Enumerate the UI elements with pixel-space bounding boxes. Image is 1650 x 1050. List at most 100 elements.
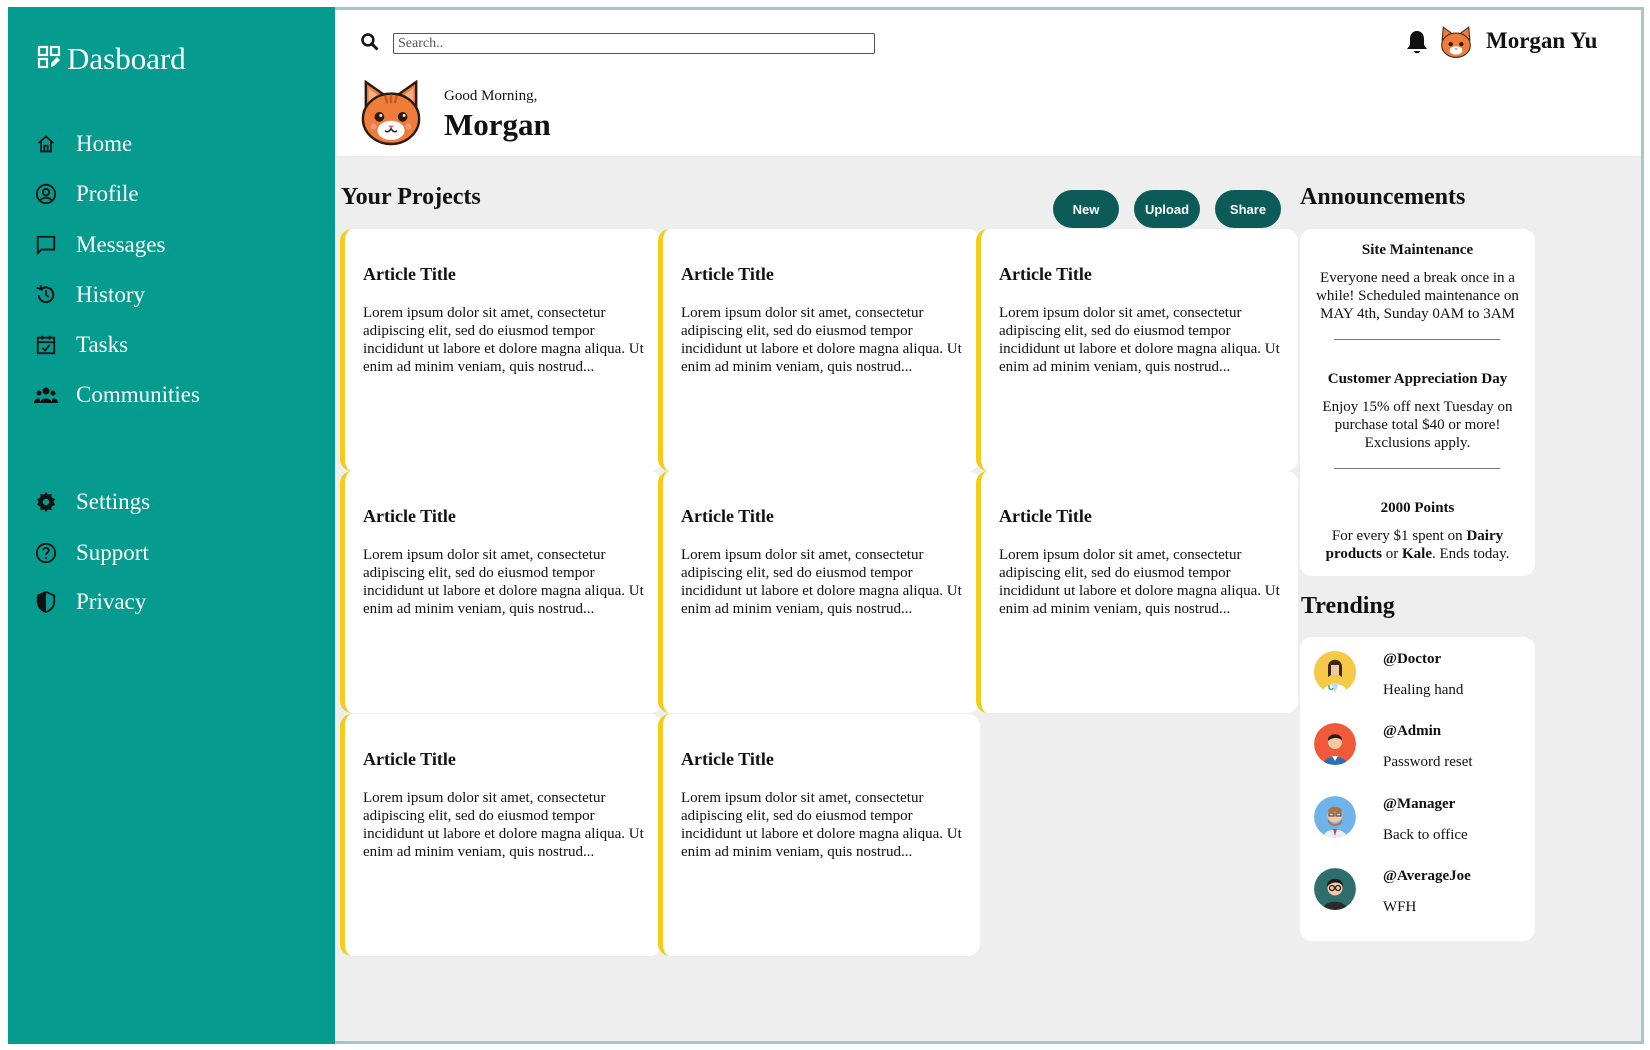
divider [1334, 468, 1500, 469]
cat-avatar-icon[interactable] [1439, 25, 1473, 59]
project-card[interactable]: Article Title Lorem ipsum dolor sit amet… [340, 471, 662, 713]
new-button[interactable]: New [1053, 190, 1119, 228]
card-body: Lorem ipsum dolor sit amet, consectetur … [999, 305, 1280, 375]
admin-avatar-icon [1314, 723, 1356, 765]
trending-handle: @Doctor [1383, 651, 1442, 667]
project-card[interactable]: Article Title Lorem ipsum dolor sit amet… [658, 471, 980, 713]
announcement-bold-text: Kale [1402, 546, 1433, 562]
announcement-text: Everyone need a break once in a while! S… [1316, 270, 1519, 322]
sidebar-item-label: Support [76, 540, 149, 565]
home-icon [34, 132, 58, 156]
divider [1334, 339, 1500, 340]
gear-icon [34, 490, 58, 514]
project-card[interactable]: Article Title Lorem ipsum dolor sit amet… [340, 229, 662, 471]
trending-item[interactable]: @Admin Password reset [1300, 709, 1549, 773]
announcement-text-part: . Ends today. [1432, 546, 1510, 562]
sidebar: Dasboard Home Profile Messages History T… [8, 7, 335, 1044]
announcement-text-part: For every $1 spent on [1331, 528, 1467, 544]
card-body: Lorem ipsum dolor sit amet, consectetur … [363, 790, 644, 860]
sidebar-item-profile[interactable]: Profile [34, 177, 139, 211]
manager-avatar-icon [1314, 796, 1356, 838]
announcement-item: Customer Appreciation Day Enjoy 15% off … [1312, 371, 1523, 452]
shield-icon [34, 590, 58, 614]
sidebar-item-messages[interactable]: Messages [34, 228, 165, 262]
announcement-item: Site Maintenance Everyone need a break o… [1312, 242, 1523, 323]
trending-desc: Password reset [1383, 754, 1473, 770]
card-title: Article Title [681, 749, 774, 769]
trending-handle: @Manager [1383, 796, 1456, 812]
user-name[interactable]: Morgan Yu [1486, 28, 1597, 54]
trending-desc: Back to office [1383, 827, 1468, 843]
greeting-name: Morgan [444, 107, 551, 142]
announcement-title: Customer Appreciation Day [1327, 371, 1508, 387]
announcement-item: 2000 Points For every $1 spent on Dairy … [1312, 500, 1523, 563]
sidebar-item-privacy[interactable]: Privacy [34, 585, 146, 619]
message-icon [34, 233, 58, 257]
trending-item[interactable]: @Manager Back to office [1300, 782, 1549, 846]
upload-button[interactable]: Upload [1134, 190, 1200, 228]
brand[interactable]: Dasboard [37, 41, 186, 77]
project-card[interactable]: Article Title Lorem ipsum dolor sit amet… [658, 714, 980, 956]
projects-title: Your Projects [341, 184, 481, 210]
sidebar-item-label: Home [76, 131, 133, 156]
sidebar-item-label: Tasks [76, 332, 129, 357]
brand-title: Dasboard [67, 41, 186, 76]
search-icon[interactable] [360, 32, 382, 54]
card-title: Article Title [999, 506, 1092, 526]
card-body: Lorem ipsum dolor sit amet, consectetur … [999, 547, 1280, 617]
sidebar-item-communities[interactable]: Communities [34, 378, 200, 412]
card-title: Article Title [681, 264, 774, 284]
sidebar-item-label: Communities [76, 382, 200, 407]
announcements-panel: Site Maintenance Everyone need a break o… [1300, 229, 1535, 576]
announcements-title: Announcements [1300, 184, 1466, 210]
sidebar-item-label: Settings [76, 489, 151, 514]
sidebar-item-support[interactable]: Support [34, 536, 149, 570]
sidebar-item-history[interactable]: History [34, 278, 145, 312]
help-circle-icon [34, 541, 58, 565]
card-title: Article Title [363, 506, 456, 526]
project-card[interactable]: Article Title Lorem ipsum dolor sit amet… [340, 714, 662, 956]
trending-panel: @Doctor Healing hand @Admin Password res… [1300, 637, 1535, 941]
sidebar-item-home[interactable]: Home [34, 127, 132, 161]
group-icon [34, 383, 58, 407]
search-input[interactable] [393, 33, 875, 54]
calendar-check-icon [34, 333, 58, 357]
history-icon [34, 283, 58, 307]
share-button[interactable]: Share [1215, 190, 1281, 228]
trending-item[interactable]: @AverageJoe WFH [1300, 854, 1549, 918]
sidebar-item-settings[interactable]: Settings [34, 485, 150, 519]
announcement-title: Site Maintenance [1361, 242, 1474, 258]
sidebar-item-label: Profile [76, 181, 139, 206]
sidebar-item-label: Privacy [76, 589, 147, 614]
announcement-text: For every $1 spent on Dairy products or … [1312, 527, 1523, 563]
trending-handle: @Admin [1383, 723, 1442, 739]
trending-title: Trending [1301, 593, 1395, 619]
announcement-text: Enjoy 15% off next Tuesday on purchase t… [1322, 399, 1513, 451]
card-body: Lorem ipsum dolor sit amet, consectetur … [681, 790, 962, 860]
trending-desc: Healing hand [1383, 682, 1464, 698]
trending-item[interactable]: @Doctor Healing hand [1300, 637, 1549, 701]
card-body: Lorem ipsum dolor sit amet, consectetur … [681, 547, 962, 617]
project-card[interactable]: Article Title Lorem ipsum dolor sit amet… [976, 471, 1298, 713]
card-title: Article Title [363, 264, 456, 284]
user-circle-icon [34, 182, 58, 206]
announcement-title: 2000 Points [1380, 500, 1455, 516]
card-body: Lorem ipsum dolor sit amet, consectetur … [363, 305, 644, 375]
card-body: Lorem ipsum dolor sit amet, consectetur … [681, 305, 962, 375]
cat-avatar-icon [360, 79, 422, 146]
averagejoe-avatar-icon [1314, 868, 1356, 910]
card-body: Lorem ipsum dolor sit amet, consectetur … [363, 547, 644, 617]
sidebar-item-label: History [76, 282, 145, 307]
card-title: Article Title [363, 749, 456, 769]
sidebar-item-tasks[interactable]: Tasks [34, 328, 128, 362]
dashboard-icon [37, 45, 61, 74]
trending-desc: WFH [1383, 899, 1417, 915]
project-card[interactable]: Article Title Lorem ipsum dolor sit amet… [658, 229, 980, 471]
doctor-avatar-icon [1314, 651, 1356, 693]
bell-icon[interactable] [1405, 29, 1431, 57]
card-title: Article Title [999, 264, 1092, 284]
card-title: Article Title [681, 506, 774, 526]
announcement-text-part: or [1382, 546, 1403, 562]
project-card[interactable]: Article Title Lorem ipsum dolor sit amet… [976, 229, 1298, 471]
trending-handle: @AverageJoe [1383, 868, 1471, 884]
